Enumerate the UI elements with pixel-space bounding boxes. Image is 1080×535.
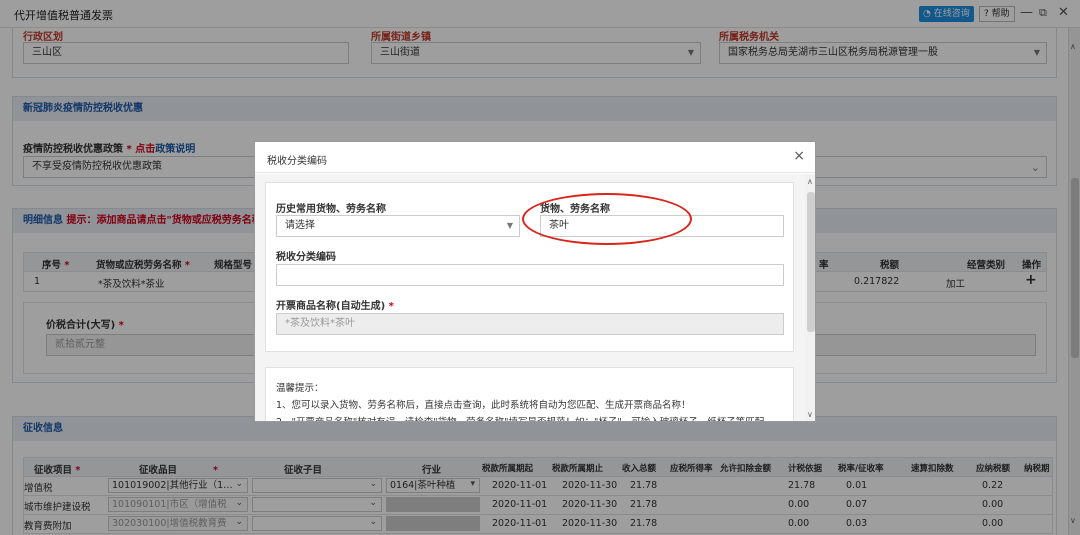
tax-code-label: 税收分类编码: [276, 252, 336, 263]
caret-down-icon: ▼: [506, 221, 513, 230]
dialog-header: 税收分类编码 ×: [255, 142, 815, 173]
history-label: 历史常用货物、劳务名称: [276, 204, 386, 215]
tax-code-input[interactable]: [276, 264, 784, 286]
tip-1: 1、您可以录入货物、劳务名称后，直接点击查询，此时系统将自动为您匹配、生成开票商…: [276, 400, 691, 411]
tips-title: 温馨提示：: [276, 383, 324, 394]
invoice-name-field: *茶及饮料*茶叶: [276, 313, 784, 335]
tip-2: 2、"开票商品名称"核对有误，请检查"货物、劳务名称"填写是否规范！如："杯子"…: [276, 414, 764, 421]
dialog-scrollbar[interactable]: ∧ ∨: [805, 174, 815, 421]
tax-code-dialog: 税收分类编码 × 历史常用货物、劳务名称 请选择 ▼ 货物、劳务名称 茶叶 税收分…: [254, 141, 816, 422]
history-placeholder: 请选择: [285, 220, 315, 231]
history-select[interactable]: 请选择 ▼: [276, 215, 520, 237]
annotation-highlight: [522, 193, 692, 245]
tips-card: 温馨提示： 1、您可以录入货物、劳务名称后，直接点击查询，此时系统将自动为您匹配…: [265, 367, 794, 421]
dialog-scrollbar-thumb[interactable]: [807, 192, 815, 332]
scroll-down-icon[interactable]: ∨: [807, 410, 813, 419]
invoice-name-label-text: 开票商品名称(自动生成): [276, 301, 386, 312]
close-icon[interactable]: ×: [793, 148, 805, 164]
invoice-name-label: 开票商品名称(自动生成) *: [276, 301, 394, 312]
scroll-up-icon[interactable]: ∧: [807, 177, 813, 186]
dialog-title: 税收分类编码: [267, 156, 327, 167]
